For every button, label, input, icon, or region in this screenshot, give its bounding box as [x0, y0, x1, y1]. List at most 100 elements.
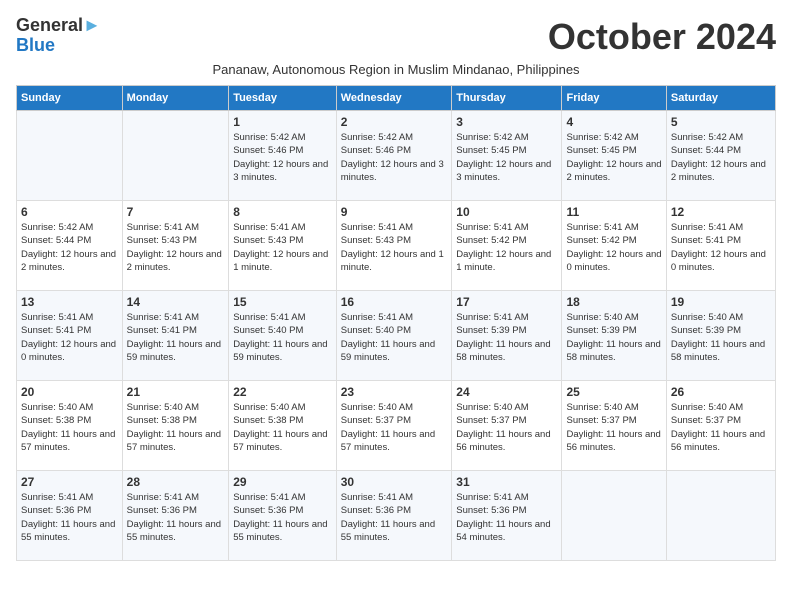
daylight-text: Daylight: 11 hours and 57 minutes.	[233, 428, 332, 455]
weekday-header-wednesday: Wednesday	[336, 86, 452, 111]
sunset-text: Sunset: 5:38 PM	[21, 414, 118, 427]
day-number: 24	[456, 385, 557, 399]
calendar-cell: 15Sunrise: 5:41 AMSunset: 5:40 PMDayligh…	[229, 291, 337, 381]
logo-line2: Blue	[16, 36, 101, 56]
day-detail: Sunrise: 5:40 AMSunset: 5:38 PMDaylight:…	[21, 401, 118, 454]
week-row-1: 1Sunrise: 5:42 AMSunset: 5:46 PMDaylight…	[17, 111, 776, 201]
day-detail: Sunrise: 5:40 AMSunset: 5:37 PMDaylight:…	[566, 401, 661, 454]
day-detail: Sunrise: 5:41 AMSunset: 5:43 PMDaylight:…	[341, 221, 448, 274]
sunrise-text: Sunrise: 5:41 AM	[233, 491, 332, 504]
sunset-text: Sunset: 5:41 PM	[21, 324, 118, 337]
day-number: 27	[21, 475, 118, 489]
day-number: 28	[127, 475, 225, 489]
calendar-cell: 24Sunrise: 5:40 AMSunset: 5:37 PMDayligh…	[452, 381, 562, 471]
calendar-cell: 26 Sunrise: 5:40 AMSunset: 5:37 PMDayligh…	[666, 381, 775, 471]
sunset-text: Sunset: 5:43 PM	[233, 234, 332, 247]
daylight-text: Daylight: 11 hours and 58 minutes.	[566, 338, 661, 365]
sunset-text: Sunset: 5:38 PM	[127, 414, 225, 427]
sunrise-text: Sunrise: 5:42 AM	[671, 131, 771, 144]
day-detail: Sunrise: 5:42 AMSunset: 5:46 PMDaylight:…	[341, 131, 448, 184]
sunset-text: Sunset: 5:36 PM	[233, 504, 332, 517]
day-number: 16	[341, 295, 448, 309]
day-number: 17	[456, 295, 557, 309]
sunset-text: Sunset: 5:41 PM	[671, 234, 771, 247]
day-detail: Sunrise: 5:42 AMSunset: 5:44 PMDaylight:…	[21, 221, 118, 274]
logo-line1: General►	[16, 16, 101, 36]
daylight-text: Daylight: 11 hours and 56 minutes.	[671, 428, 771, 455]
calendar-cell	[122, 111, 229, 201]
sunrise-text: Sunrise: 5:40 AM	[233, 401, 332, 414]
sunset-text: Sunset: 5:44 PM	[671, 144, 771, 157]
calendar-cell: 5Sunrise: 5:42 AMSunset: 5:44 PMDaylight…	[666, 111, 775, 201]
sunset-text: Sunset: 5:43 PM	[127, 234, 225, 247]
day-detail: Sunrise: 5:41 AMSunset: 5:36 PMDaylight:…	[233, 491, 332, 544]
sunset-text: Sunset: 5:45 PM	[456, 144, 557, 157]
logo: General► Blue	[16, 16, 101, 56]
sunrise-text: Sunrise: 5:41 AM	[233, 311, 332, 324]
calendar-cell: 21Sunrise: 5:40 AMSunset: 5:38 PMDayligh…	[122, 381, 229, 471]
daylight-text: Daylight: 11 hours and 56 minutes.	[566, 428, 661, 455]
daylight-text: Daylight: 12 hours and 0 minutes.	[21, 338, 118, 365]
sunrise-text: Sunrise: 5:41 AM	[341, 221, 448, 234]
day-number: 7	[127, 205, 225, 219]
sunrise-text: Sunrise: 5:41 AM	[127, 491, 225, 504]
calendar-cell	[17, 111, 123, 201]
calendar-table: SundayMondayTuesdayWednesdayThursdayFrid…	[16, 85, 776, 561]
page-header: General► Blue October 2024	[16, 16, 776, 58]
day-number: 20	[21, 385, 118, 399]
calendar-cell: 22 Sunrise: 5:40 AMSunset: 5:38 PMDayligh…	[229, 381, 337, 471]
sunset-text: Sunset: 5:44 PM	[21, 234, 118, 247]
sunrise-text: Sunrise: 5:41 AM	[566, 221, 661, 234]
day-number: 12	[671, 205, 771, 219]
sunset-text: Sunset: 5:36 PM	[21, 504, 118, 517]
day-detail: Sunrise: 5:41 AMSunset: 5:43 PMDaylight:…	[233, 221, 332, 274]
day-detail: Sunrise: 5:40 AMSunset: 5:37 PMDaylight:…	[671, 401, 771, 454]
calendar-cell: 6Sunrise: 5:42 AMSunset: 5:44 PMDaylight…	[17, 201, 123, 291]
sunrise-text: Sunrise: 5:41 AM	[341, 491, 448, 504]
daylight-text: Daylight: 12 hours and 3 minutes.	[233, 158, 332, 185]
sunset-text: Sunset: 5:39 PM	[671, 324, 771, 337]
sunrise-text: Sunrise: 5:40 AM	[566, 401, 661, 414]
weekday-header-thursday: Thursday	[452, 86, 562, 111]
daylight-text: Daylight: 12 hours and 2 minutes.	[671, 158, 771, 185]
day-detail: Sunrise: 5:41 AMSunset: 5:40 PMDaylight:…	[233, 311, 332, 364]
sunrise-text: Sunrise: 5:40 AM	[671, 401, 771, 414]
weekday-header-tuesday: Tuesday	[229, 86, 337, 111]
calendar-cell: 31Sunrise: 5:41 AMSunset: 5:36 PMDayligh…	[452, 471, 562, 561]
sunrise-text: Sunrise: 5:41 AM	[456, 311, 557, 324]
daylight-text: Daylight: 12 hours and 0 minutes.	[566, 248, 661, 275]
day-detail: Sunrise: 5:40 AMSunset: 5:38 PMDaylight:…	[127, 401, 225, 454]
sunrise-text: Sunrise: 5:41 AM	[671, 221, 771, 234]
day-number: 1	[233, 115, 332, 129]
sunrise-text: Sunrise: 5:42 AM	[566, 131, 661, 144]
sunrise-text: Sunrise: 5:40 AM	[671, 311, 771, 324]
day-number: 14	[127, 295, 225, 309]
sunset-text: Sunset: 5:37 PM	[341, 414, 448, 427]
sunrise-text: Sunrise: 5:41 AM	[21, 311, 118, 324]
sunset-text: Sunset: 5:38 PM	[233, 414, 332, 427]
calendar-cell	[666, 471, 775, 561]
day-number: 31	[456, 475, 557, 489]
calendar-cell: 17Sunrise: 5:41 AMSunset: 5:39 PMDayligh…	[452, 291, 562, 381]
calendar-cell: 10Sunrise: 5:41 AMSunset: 5:42 PMDayligh…	[452, 201, 562, 291]
sunset-text: Sunset: 5:39 PM	[566, 324, 661, 337]
day-detail: Sunrise: 5:41 AMSunset: 5:42 PMDaylight:…	[566, 221, 661, 274]
day-number: 8	[233, 205, 332, 219]
week-row-5: 27Sunrise: 5:41 AMSunset: 5:36 PMDayligh…	[17, 471, 776, 561]
day-detail: Sunrise: 5:40 AMSunset: 5:37 PMDaylight:…	[341, 401, 448, 454]
calendar-cell: 23Sunrise: 5:40 AMSunset: 5:37 PMDayligh…	[336, 381, 452, 471]
sunset-text: Sunset: 5:40 PM	[233, 324, 332, 337]
day-number: 26	[671, 385, 771, 399]
sunset-text: Sunset: 5:36 PM	[341, 504, 448, 517]
day-detail: Sunrise: 5:42 AMSunset: 5:45 PMDaylight:…	[456, 131, 557, 184]
daylight-text: Daylight: 11 hours and 59 minutes.	[233, 338, 332, 365]
sunset-text: Sunset: 5:36 PM	[127, 504, 225, 517]
daylight-text: Daylight: 11 hours and 55 minutes.	[233, 518, 332, 545]
week-row-2: 6Sunrise: 5:42 AMSunset: 5:44 PMDaylight…	[17, 201, 776, 291]
sunrise-text: Sunrise: 5:42 AM	[233, 131, 332, 144]
sunrise-text: Sunrise: 5:42 AM	[341, 131, 448, 144]
calendar-cell: 12Sunrise: 5:41 AMSunset: 5:41 PMDayligh…	[666, 201, 775, 291]
month-title: October 2024	[548, 16, 776, 58]
sunset-text: Sunset: 5:46 PM	[341, 144, 448, 157]
day-number: 22	[233, 385, 332, 399]
